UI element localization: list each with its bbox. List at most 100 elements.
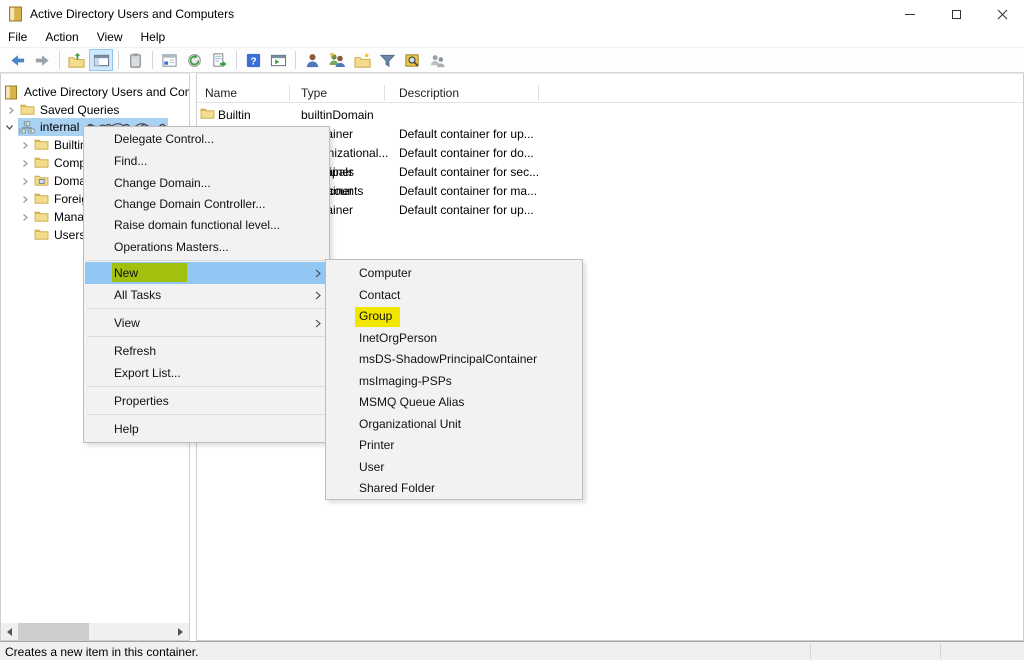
refresh-icon [186,52,203,69]
properties-button[interactable] [157,49,181,71]
menu-bar: File Action View Help [0,28,1024,47]
ou-folder-icon [34,174,49,186]
properties-window-icon [161,52,178,69]
scrollbar-thumb[interactable] [18,623,89,640]
column-divider[interactable] [384,85,385,101]
menu-file[interactable]: File [0,28,36,47]
new-group-icon [328,51,346,69]
new-user-button[interactable] [300,49,324,71]
folder-icon [200,107,215,119]
column-divider[interactable] [538,85,539,101]
submenu-item-msds-shadowprincipalcontainer[interactable]: msDS-ShadowPrincipalContainer [327,349,583,371]
horizontal-scrollbar[interactable] [1,623,189,640]
menu-separator [87,336,328,337]
show-window-button[interactable] [266,49,290,71]
advanced-users-button[interactable] [425,49,449,71]
menu-action[interactable]: Action [36,28,87,47]
chevron-right-icon[interactable] [7,106,15,115]
chevron-down-icon[interactable] [5,123,14,132]
submenu-item-inetorgperson[interactable]: InetOrgPerson [327,328,583,350]
column-header-type[interactable]: Type [301,86,327,100]
domain-icon [19,121,35,134]
cell-description: Default container for do... [399,146,534,160]
clipboard-button[interactable] [123,49,147,71]
submenu-arrow-icon [315,319,321,328]
export-list-button[interactable] [207,49,231,71]
refresh-button[interactable] [182,49,206,71]
column-header-name[interactable]: Name [205,86,237,100]
menu-item-help[interactable]: Help [85,418,330,440]
help-button[interactable] [241,49,265,71]
help-icon [245,52,262,69]
tree-domain-label: internal [40,120,79,134]
filter-button[interactable] [375,49,399,71]
chevron-right-icon[interactable] [21,177,29,186]
chevron-right-icon[interactable] [21,213,29,222]
chevron-right-icon[interactable] [21,159,29,168]
submenu-item-user[interactable]: User [327,457,583,479]
menu-help[interactable]: Help [132,28,175,47]
submenu-item-group[interactable]: Group [327,306,583,328]
menu-item-change-domain-controller[interactable]: Change Domain Controller... [85,193,330,215]
toolbar-separator [118,51,119,69]
cell-name: Builtin [218,108,251,122]
tree-item-saved-queries[interactable]: Saved Queries [1,101,189,119]
menu-item-operations-masters[interactable]: Operations Masters... [85,236,330,258]
menu-separator [87,260,328,261]
submenu-item-printer[interactable]: Printer [327,435,583,457]
forward-button[interactable] [30,49,54,71]
menu-item-delegate-control[interactable]: Delegate Control... [85,128,330,150]
folder-icon [34,210,49,222]
cell-description: Default container for ma... [399,184,537,198]
menu-item-refresh[interactable]: Refresh [85,340,330,362]
toolbar-separator [152,51,153,69]
menu-item-find[interactable]: Find... [85,150,330,172]
cell-description: Default container for up... [399,203,534,217]
folder-icon [34,156,49,168]
menu-item-change-domain[interactable]: Change Domain... [85,172,330,194]
maximize-icon [952,10,961,19]
advanced-users-icon [429,52,446,69]
new-group-button[interactable] [325,49,349,71]
cell-description: Default container for up... [399,127,534,141]
menu-item-all-tasks[interactable]: All Tasks [85,284,330,306]
submenu-item-computer[interactable]: Computer [327,263,583,285]
find-objects-button[interactable] [400,49,424,71]
menu-item-properties[interactable]: Properties [85,390,330,412]
menu-item-raise-domain-functional-level[interactable]: Raise domain functional level... [85,214,330,236]
folder-icon [20,103,35,115]
menu-item-new[interactable]: New [85,262,330,284]
minimize-button[interactable] [887,0,933,28]
console-tree-icon [93,52,110,69]
back-icon [9,52,26,69]
submenu-item-msmq-queue-alias[interactable]: MSMQ Queue Alias [327,392,583,414]
maximize-button[interactable] [933,0,979,28]
scroll-right-button[interactable] [172,623,189,640]
tree-root-label: Active Directory Users and Com [24,85,190,99]
close-button[interactable] [979,0,1024,28]
scroll-left-button[interactable] [1,623,18,640]
menu-view[interactable]: View [88,28,132,47]
scroll-left-icon [7,628,12,636]
filter-icon [379,52,396,69]
tree-item-root[interactable]: Active Directory Users and Com [1,83,189,101]
show-console-tree-button[interactable] [89,49,113,71]
menu-separator [87,386,328,387]
status-pane-divider [940,644,941,659]
submenu-item-contact[interactable]: Contact [327,285,583,307]
submenu-item-organizational-unit[interactable]: Organizational Unit [327,414,583,436]
chevron-right-icon[interactable] [21,195,29,204]
chevron-right-icon[interactable] [21,141,29,150]
up-one-level-button[interactable] [64,49,88,71]
new-organizational-unit-button[interactable] [350,49,374,71]
back-button[interactable] [5,49,29,71]
list-row-builtin[interactable]: Builtin builtinDomain [197,105,1023,124]
menu-item-view[interactable]: View [85,312,330,334]
menu-item-export-list[interactable]: Export List... [85,362,330,384]
close-icon [997,9,1008,20]
column-divider[interactable] [289,85,290,101]
folder-icon [34,138,49,150]
submenu-item-msimaging-psps[interactable]: msImaging-PSPs [327,371,583,393]
column-header-description[interactable]: Description [399,86,459,100]
submenu-item-shared-folder[interactable]: Shared Folder [327,478,583,500]
